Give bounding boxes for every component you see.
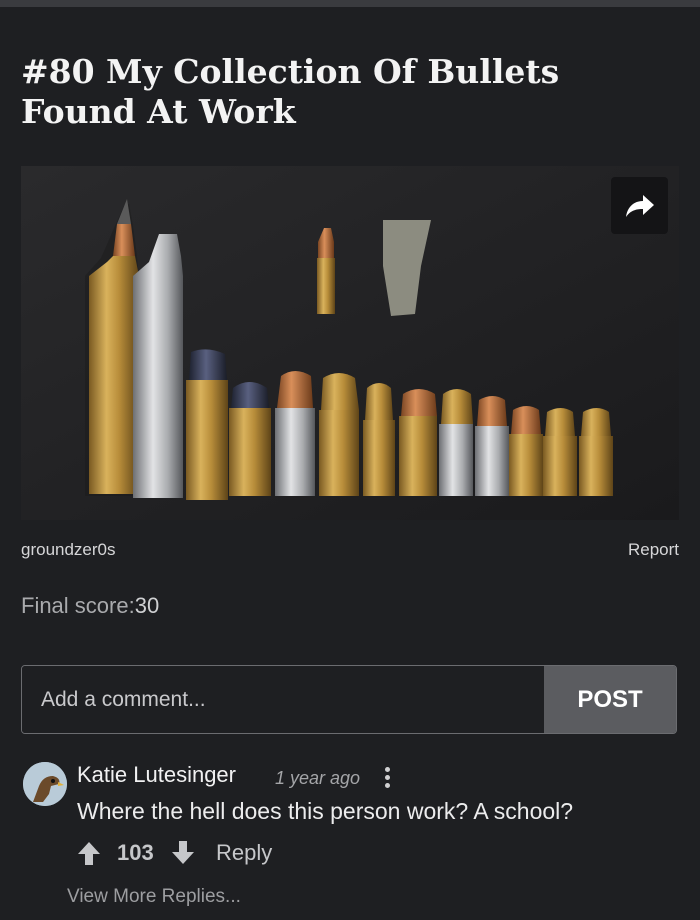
comment-input[interactable]	[22, 666, 546, 733]
comment-text: Where the hell does this person work? A …	[77, 798, 574, 824]
share-button[interactable]	[611, 177, 668, 234]
comment-username[interactable]: Katie Lutesinger	[77, 762, 236, 788]
arrow-down-icon[interactable]	[171, 840, 195, 866]
bullets-photo	[21, 166, 679, 520]
score-value: 30	[134, 593, 160, 618]
arrow-up-icon[interactable]	[77, 840, 101, 866]
view-more-replies-link[interactable]: View More Replies...	[67, 886, 241, 908]
vertical-dots-icon	[377, 767, 397, 788]
report-link[interactable]: Report	[628, 540, 679, 560]
comment-timestamp: 1 year ago	[275, 768, 361, 788]
comment-menu-button[interactable]	[377, 764, 397, 792]
post-image[interactable]	[21, 166, 679, 520]
avatar-bird-image	[23, 762, 67, 806]
score-label: Final score:	[21, 593, 135, 618]
comment-form: POST	[21, 665, 677, 734]
vote-count: 103	[117, 840, 154, 865]
reply-button[interactable]: Reply	[216, 840, 272, 866]
post-title: #80 My Collection Of Bullets Found At Wo…	[21, 52, 560, 131]
post-button[interactable]: POST	[544, 666, 676, 733]
post-author[interactable]: groundzer0s	[21, 540, 116, 560]
final-score: Final score:30	[21, 593, 159, 619]
post-meta: groundzer0s Report	[21, 538, 679, 562]
avatar[interactable]	[23, 762, 67, 806]
top-bar	[0, 0, 700, 7]
share-arrow-icon	[625, 194, 654, 217]
